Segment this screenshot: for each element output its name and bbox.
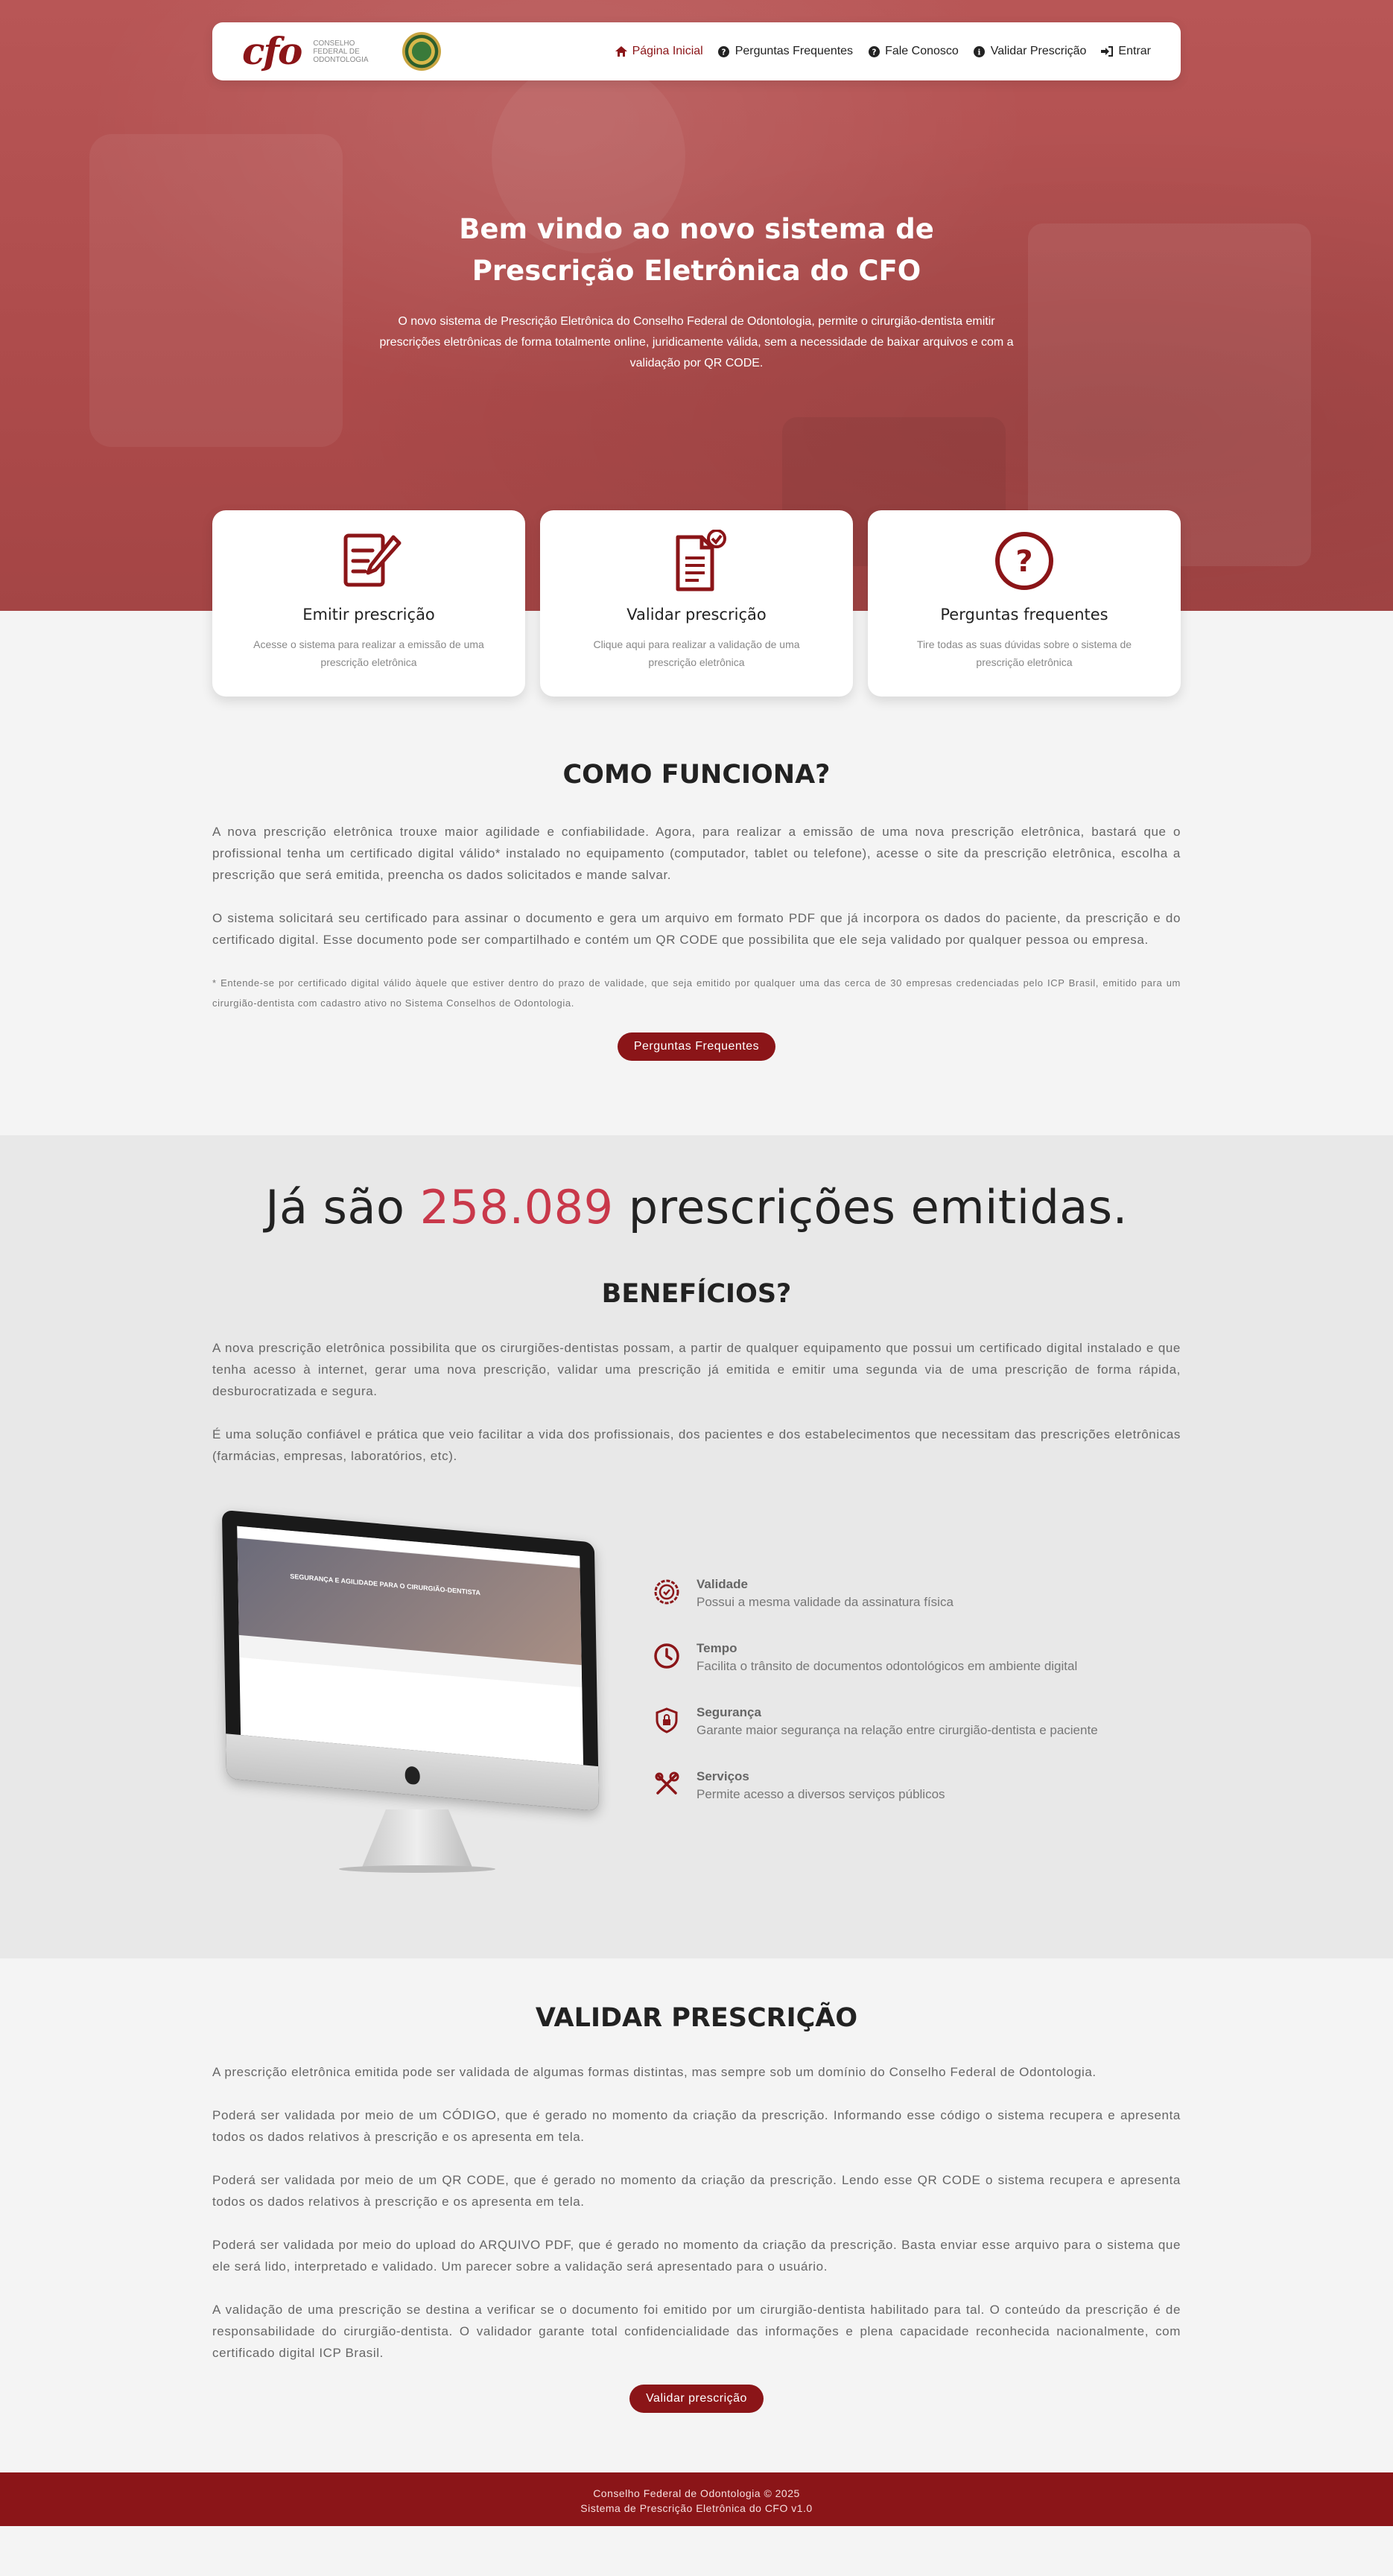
section-title: BENEFÍCIOS?: [601, 1279, 792, 1309]
validate-prescription-button[interactable]: Validar prescrição: [629, 2385, 764, 2413]
benefit-title: Segurança: [696, 1705, 761, 1719]
benefit-title: Validade: [696, 1577, 748, 1591]
question-icon: ?: [868, 45, 880, 57]
paragraph: Poderá ser validada por meio de um QR CO…: [212, 2173, 1181, 2209]
monitor-screen: SEGURANÇA E AGILIDADE PARA O CIRURGIÃO-D…: [237, 1526, 584, 1766]
cfo-logo[interactable]: cfo: [242, 33, 302, 70]
footnote: * Entende-se por certificado digital vál…: [212, 977, 1181, 1009]
benefits-list: Validade Possui a mesma validade da assi…: [652, 1577, 1098, 1833]
tools-icon: [652, 1769, 682, 1799]
benefit-item: Tempo Facilita o trânsito de documentos …: [652, 1641, 1098, 1674]
home-icon: [615, 45, 627, 57]
paragraph: A prescrição eletrônica emitida pode ser…: [212, 2065, 1097, 2079]
counter-suffix: prescrições emitidas.: [628, 1180, 1128, 1234]
paragraph: A validação de uma prescrição se destina…: [212, 2303, 1181, 2360]
footer: Conselho Federal de Odontologia © 2025 S…: [0, 2472, 1393, 2526]
section-title: VALIDAR PRESCRIÇÃO: [535, 2003, 858, 2033]
faq-button[interactable]: Perguntas Frequentes: [617, 1032, 776, 1061]
svg-text:?: ?: [1015, 545, 1032, 579]
paragraph: Poderá ser validada por meio do upload d…: [212, 2238, 1181, 2274]
hero-title-line: Bem vindo ao novo sistema de: [459, 213, 934, 245]
nav-faq[interactable]: ? Perguntas Frequentes: [718, 45, 853, 58]
edit-document-icon: [343, 533, 402, 587]
prescriptions-counter: Já são 258.089 prescrições emitidas.: [212, 1180, 1181, 1234]
footer-copyright: Conselho Federal de Odontologia © 2025: [593, 2487, 800, 2499]
shield-lock-icon: [652, 1705, 682, 1735]
nav-label: Perguntas Frequentes: [734, 45, 854, 57]
card-emit-prescription[interactable]: Emitir prescrição Acesse o sistema para …: [212, 510, 525, 697]
imac-illustration: SEGURANÇA E AGILIDADE PARA O CIRURGIÃO-D…: [212, 1509, 607, 1884]
footer-version: Sistema de Prescrição Eletrônica do CFO …: [580, 2502, 813, 2514]
screen-hero-text: SEGURANÇA E AGILIDADE PARA O CIRURGIÃO-D…: [290, 1572, 481, 1597]
cfo-logo-subtitle: CONSELHO FEDERAL DE ODONTOLOGIA: [313, 39, 369, 64]
card-validate-prescription[interactable]: Validar prescrição Clique aqui para real…: [540, 510, 853, 697]
nav-label: Página Inicial: [632, 45, 703, 57]
monitor-base: [339, 1865, 495, 1873]
svg-text:?: ?: [722, 48, 726, 57]
paragraph: A nova prescrição eletrônica possibilita…: [212, 1341, 1181, 1398]
benefit-text: Facilita o trânsito de documentos odonto…: [696, 1659, 1078, 1673]
nav-login[interactable]: Entrar: [1101, 45, 1151, 58]
paragraph: A nova prescrição eletrônica trouxe maio…: [212, 825, 1181, 882]
nav-contact[interactable]: ? Fale Conosco: [868, 45, 959, 58]
validate-document-icon: [676, 530, 726, 591]
apple-logo-icon: [404, 1766, 420, 1786]
action-cards: Emitir prescrição Acesse o sistema para …: [212, 510, 1181, 697]
benefit-item: Segurança Garante maior segurança na rel…: [652, 1705, 1098, 1738]
paragraph: É uma solução confiável e prática que ve…: [212, 1427, 1181, 1463]
main-nav: Página Inicial ? Perguntas Frequentes ? …: [615, 45, 1151, 58]
benefit-text: Permite acesso a diversos serviços públi…: [696, 1787, 945, 1801]
card-text: Clique aqui para realizar a validação de…: [593, 638, 800, 668]
hero-title: Bem vindo ao novo sistema de Prescrição …: [0, 209, 1393, 292]
paragraph: O sistema solicitará seu certificado par…: [212, 911, 1181, 947]
benefit-item: Serviços Permite acesso a diversos servi…: [652, 1769, 1098, 1802]
hero-subtitle: O novo sistema de Prescrição Eletrônica …: [379, 315, 1014, 369]
nav-label: Entrar: [1118, 45, 1151, 57]
clock-icon: [652, 1641, 682, 1671]
question-circle-icon: ?: [995, 532, 1053, 590]
nav-validate[interactable]: i Validar Prescrição: [974, 45, 1087, 58]
benefit-text: Possui a mesma validade da assinatura fí…: [696, 1595, 953, 1609]
benefit-title: Tempo: [696, 1641, 737, 1655]
card-text: Tire todas as suas dúvidas sobre o siste…: [916, 638, 1132, 668]
sign-in-icon: [1101, 45, 1114, 57]
section-title: COMO FUNCIONA?: [562, 760, 831, 790]
brand[interactable]: cfo CONSELHO FEDERAL DE ODONTOLOGIA: [242, 32, 442, 71]
benefit-title: Serviços: [696, 1769, 749, 1783]
counter-number: 258.089: [419, 1180, 614, 1234]
nav-label: Validar Prescrição: [990, 45, 1087, 57]
card-title: Perguntas frequentes: [940, 606, 1108, 624]
hero-title-line: Prescrição Eletrônica do CFO: [472, 255, 921, 287]
paragraph: Poderá ser validada por meio de um CÓDIG…: [212, 2108, 1181, 2144]
card-text: Acesse o sistema para realizar a emissão…: [253, 638, 484, 668]
info-icon: i: [974, 45, 986, 57]
validate-section: VALIDAR PRESCRIÇÃO A prescrição eletrôni…: [0, 1958, 1393, 2472]
nav-home[interactable]: Página Inicial: [615, 45, 703, 58]
monitor-frame: SEGURANÇA E AGILIDADE PARA O CIRURGIÃO-D…: [221, 1509, 600, 1812]
svg-text:i: i: [978, 48, 981, 57]
benefits-section: Já são 258.089 prescrições emitidas. BEN…: [0, 1135, 1393, 1958]
nav-label: Fale Conosco: [885, 45, 959, 57]
benefit-item: Validade Possui a mesma validade da assi…: [652, 1577, 1098, 1610]
card-faq[interactable]: ? Perguntas frequentes Tire todas as sua…: [868, 510, 1181, 697]
counter-prefix: Já são: [265, 1180, 405, 1234]
badge-check-icon: [652, 1577, 682, 1607]
monitor-stand: [361, 1809, 473, 1869]
question-icon: ?: [718, 45, 730, 57]
svg-text:?: ?: [872, 48, 876, 57]
brasil-seal-icon: [402, 32, 442, 71]
navbar: cfo CONSELHO FEDERAL DE ODONTOLOGIA Pági…: [212, 22, 1181, 80]
benefit-text: Garante maior segurança na relação entre…: [696, 1723, 1098, 1737]
card-title: Validar prescrição: [626, 606, 767, 624]
card-title: Emitir prescrição: [302, 606, 435, 624]
